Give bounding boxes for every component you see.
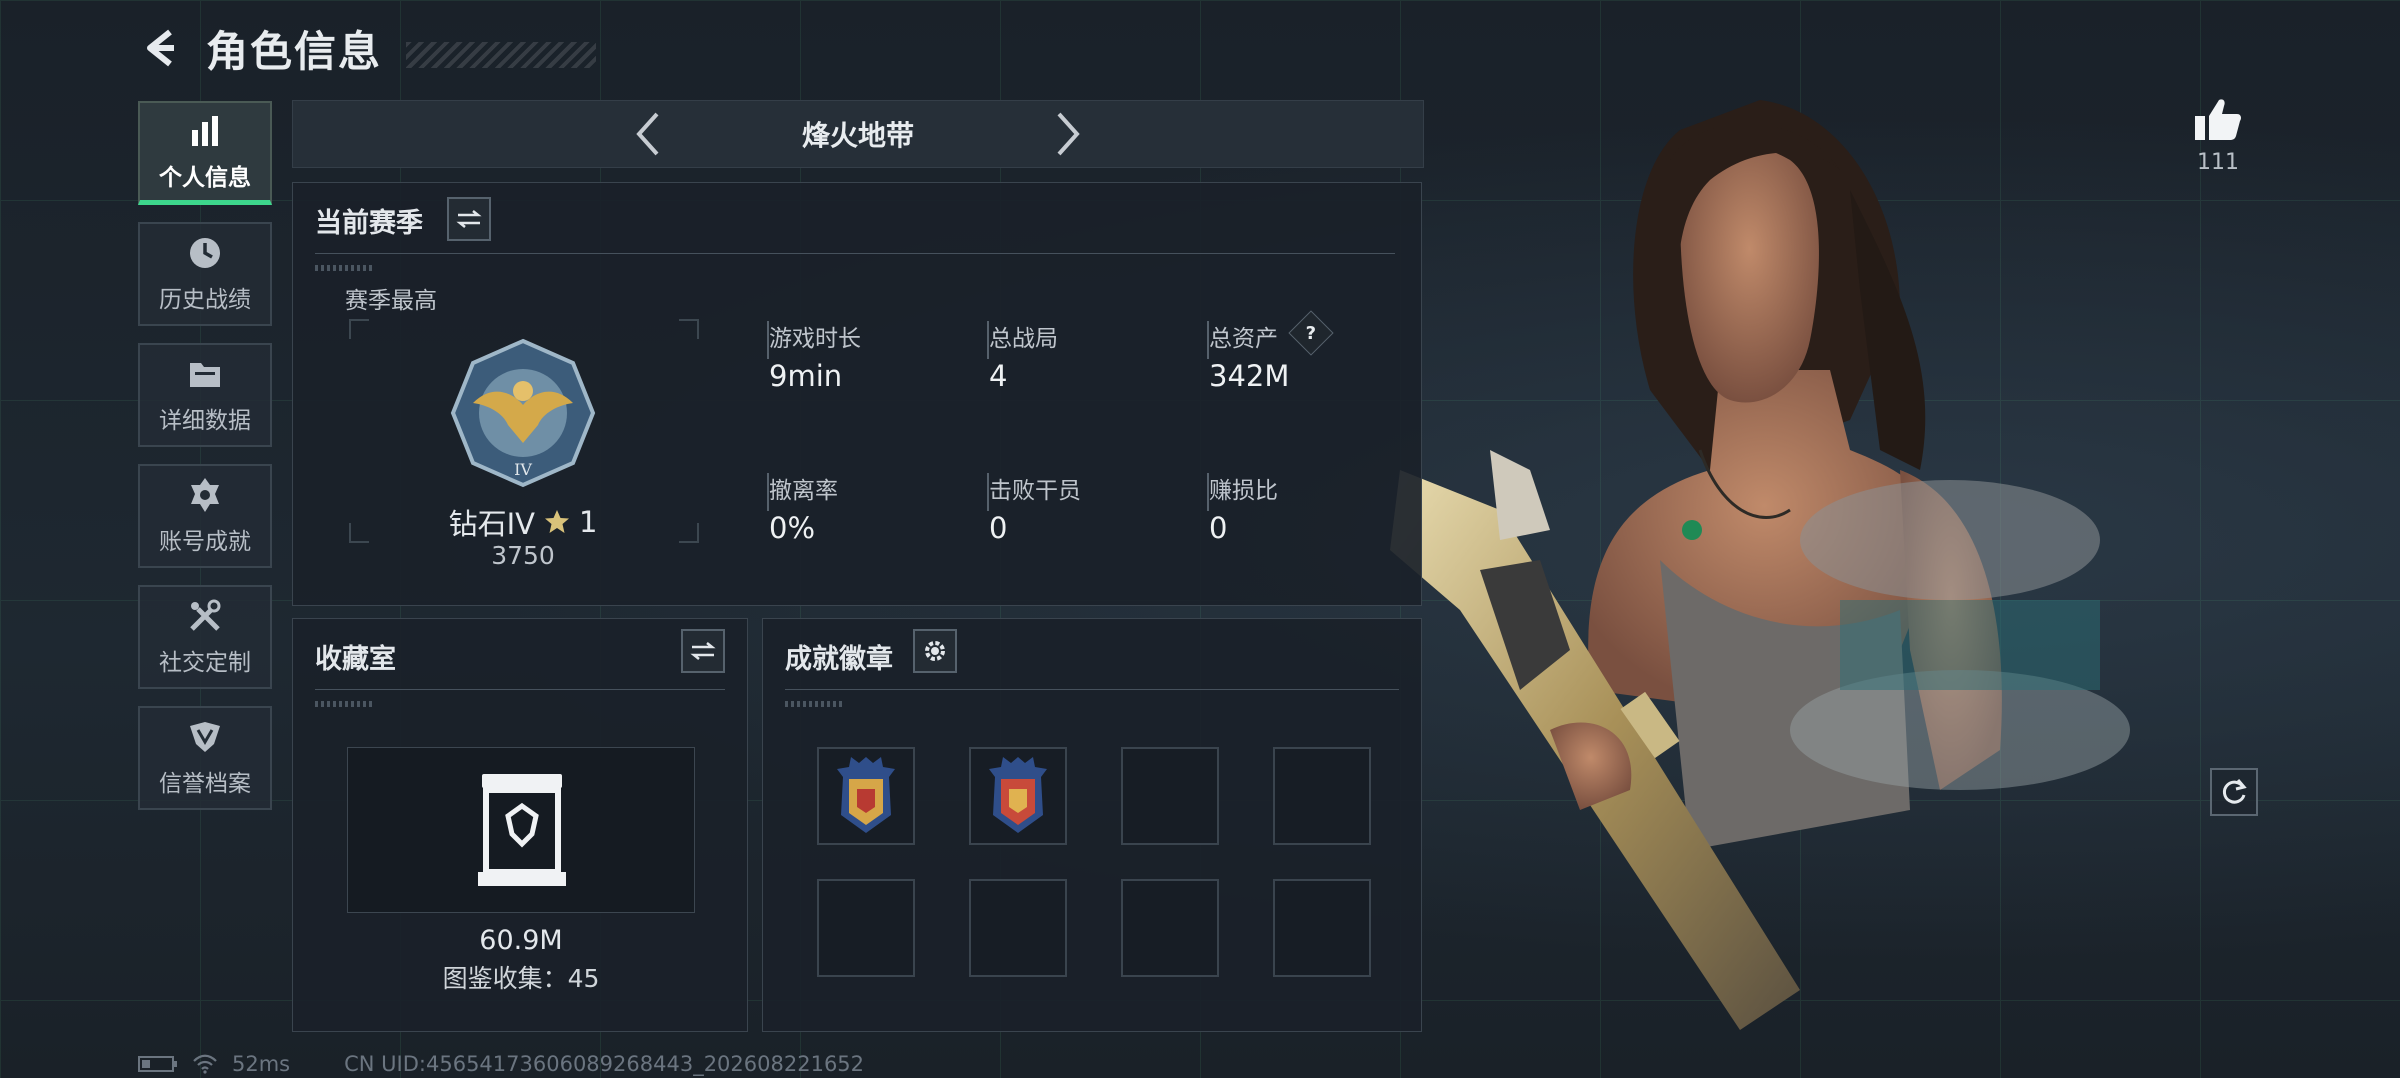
battery-icon [138, 1056, 177, 1072]
map-name: 烽火地带 [801, 119, 914, 152]
rank-name: 钻石IV [448, 507, 535, 541]
refresh-icon [2222, 779, 2247, 804]
swap-icon [690, 642, 716, 660]
stat-value: 0% [769, 511, 816, 545]
like-button[interactable]: 111 [2186, 96, 2250, 175]
gear-icon [925, 641, 945, 661]
stat-label: 总资产 [1209, 326, 1278, 352]
rank-stars: 1 [578, 505, 598, 539]
sidebar-item-label: 社交定制 [159, 650, 251, 676]
chevron-left-icon [636, 112, 659, 156]
stat-value: 0 [1209, 511, 1228, 545]
stat-label: 击败干员 [989, 478, 1081, 504]
sidebar-item-label: 个人信息 [159, 164, 251, 191]
uid: CN UID:456541736060892684​43_20260822165… [344, 1052, 865, 1076]
badge-icon [191, 478, 219, 512]
bar-chart-icon [192, 115, 218, 146]
sidebar-item-achievements[interactable]: 账号成就 [138, 464, 272, 568]
sidebar-item-social[interactable]: 社交定制 [138, 585, 272, 689]
chevron-left-icon [147, 29, 174, 67]
badge-slot-empty[interactable] [1121, 879, 1219, 977]
title-decoration [406, 42, 597, 68]
badge-slot-empty[interactable] [969, 879, 1067, 977]
catalog-count: 图鉴收集：45 [442, 964, 600, 993]
map-selector: 烽火地带 [292, 100, 1424, 168]
season-best-label: 赛季最高 [345, 288, 437, 314]
next-map-button[interactable] [1038, 104, 1098, 164]
folder-icon [190, 363, 220, 387]
badge-slot-empty[interactable] [817, 879, 915, 977]
sidebar-item-label: 历史战绩 [159, 287, 251, 313]
status-bar: 52ms CN UID:456541736060892684​43_202608… [138, 1052, 864, 1076]
swap-icon [456, 210, 482, 228]
rank-score: 3750 [491, 541, 555, 570]
divider [315, 253, 1395, 254]
frame-corner [679, 523, 699, 543]
sidebar-item-reputation[interactable]: 信誉档案 [138, 706, 272, 810]
stat-label: 赚损比 [1209, 478, 1278, 504]
badge-slot-empty[interactable] [1121, 747, 1219, 845]
frame-corner [349, 319, 369, 339]
star-icon [544, 510, 569, 533]
achievement-badge-icon [837, 757, 895, 833]
collection-showcase[interactable] [347, 747, 695, 913]
rotate-character-button[interactable] [2210, 768, 2258, 816]
achievement-badge-icon [989, 757, 1047, 833]
like-count: 111 [2197, 150, 2239, 175]
season-title: 当前赛季 [315, 208, 423, 239]
season-panel: 当前赛季 赛季最高 IV 钻石IV 1 3750 游戏时长 9min 总战局 4… [292, 182, 1422, 606]
sidebar: 个人信息 历史战绩 详细数据 账号成就 社交定制 信誉档案 [138, 101, 276, 827]
stat-label: 总战局 [989, 326, 1058, 352]
header: 角色信息 [136, 18, 597, 78]
badge-slot-empty[interactable] [1273, 747, 1371, 845]
chevron-right-icon [1057, 112, 1080, 156]
display-case-icon [478, 774, 566, 886]
frame-corner [679, 319, 699, 339]
decoration [785, 701, 845, 707]
collection-panel: 收藏室 60.9M 图鉴收集：45 [292, 618, 748, 1032]
stat-label: 游戏时长 [769, 326, 861, 352]
badge-slot[interactable] [817, 747, 915, 845]
achievements-title: 成就徽章 [785, 644, 893, 675]
tools-icon [190, 599, 221, 631]
rank-row: 钻石IV 1 [383, 501, 663, 543]
collection-switch-button[interactable] [681, 629, 725, 673]
sidebar-item-label: 详细数据 [159, 408, 251, 434]
badge-slot-empty[interactable] [1273, 879, 1371, 977]
achievements-panel: 成就徽章 [762, 618, 1422, 1032]
stat-value: 342M [1209, 359, 1290, 393]
wifi-icon [193, 1054, 217, 1074]
stat-label: 撤离率 [769, 478, 838, 504]
help-icon: ? [1305, 322, 1317, 344]
season-switch-button[interactable] [447, 197, 491, 241]
ping: 52ms [232, 1052, 291, 1076]
character-model [1390, 100, 2130, 1030]
badge-slot[interactable] [969, 747, 1067, 845]
divider [315, 689, 725, 690]
sidebar-item-label: 账号成就 [159, 529, 251, 555]
divider [785, 689, 1399, 690]
sidebar-item-personal-info[interactable]: 个人信息 [138, 101, 272, 205]
page-title: 角色信息 [206, 26, 383, 76]
stat-value: 4 [989, 359, 1008, 393]
prev-map-button[interactable] [618, 104, 678, 164]
thumbs-up-icon [2195, 99, 2241, 140]
collection-value: 60.9M [479, 925, 563, 956]
sidebar-item-label: 信誉档案 [159, 771, 251, 797]
sidebar-item-history[interactable]: 历史战绩 [138, 222, 272, 326]
decoration [315, 265, 375, 271]
rank-emblem-icon: IV [450, 338, 596, 488]
asset-help-button[interactable]: ? [1288, 310, 1334, 356]
achievements-settings-button[interactable] [913, 629, 957, 673]
collection-title: 收藏室 [315, 644, 396, 675]
frame-corner [349, 523, 369, 543]
shield-icon [190, 722, 220, 752]
clock-icon [190, 238, 220, 268]
decoration [315, 701, 375, 707]
sidebar-item-detailed-data[interactable]: 详细数据 [138, 343, 272, 447]
back-button[interactable] [136, 22, 188, 74]
stat-value: 9min [769, 359, 843, 393]
stat-value: 0 [989, 511, 1008, 545]
svg-text:IV: IV [514, 460, 532, 479]
